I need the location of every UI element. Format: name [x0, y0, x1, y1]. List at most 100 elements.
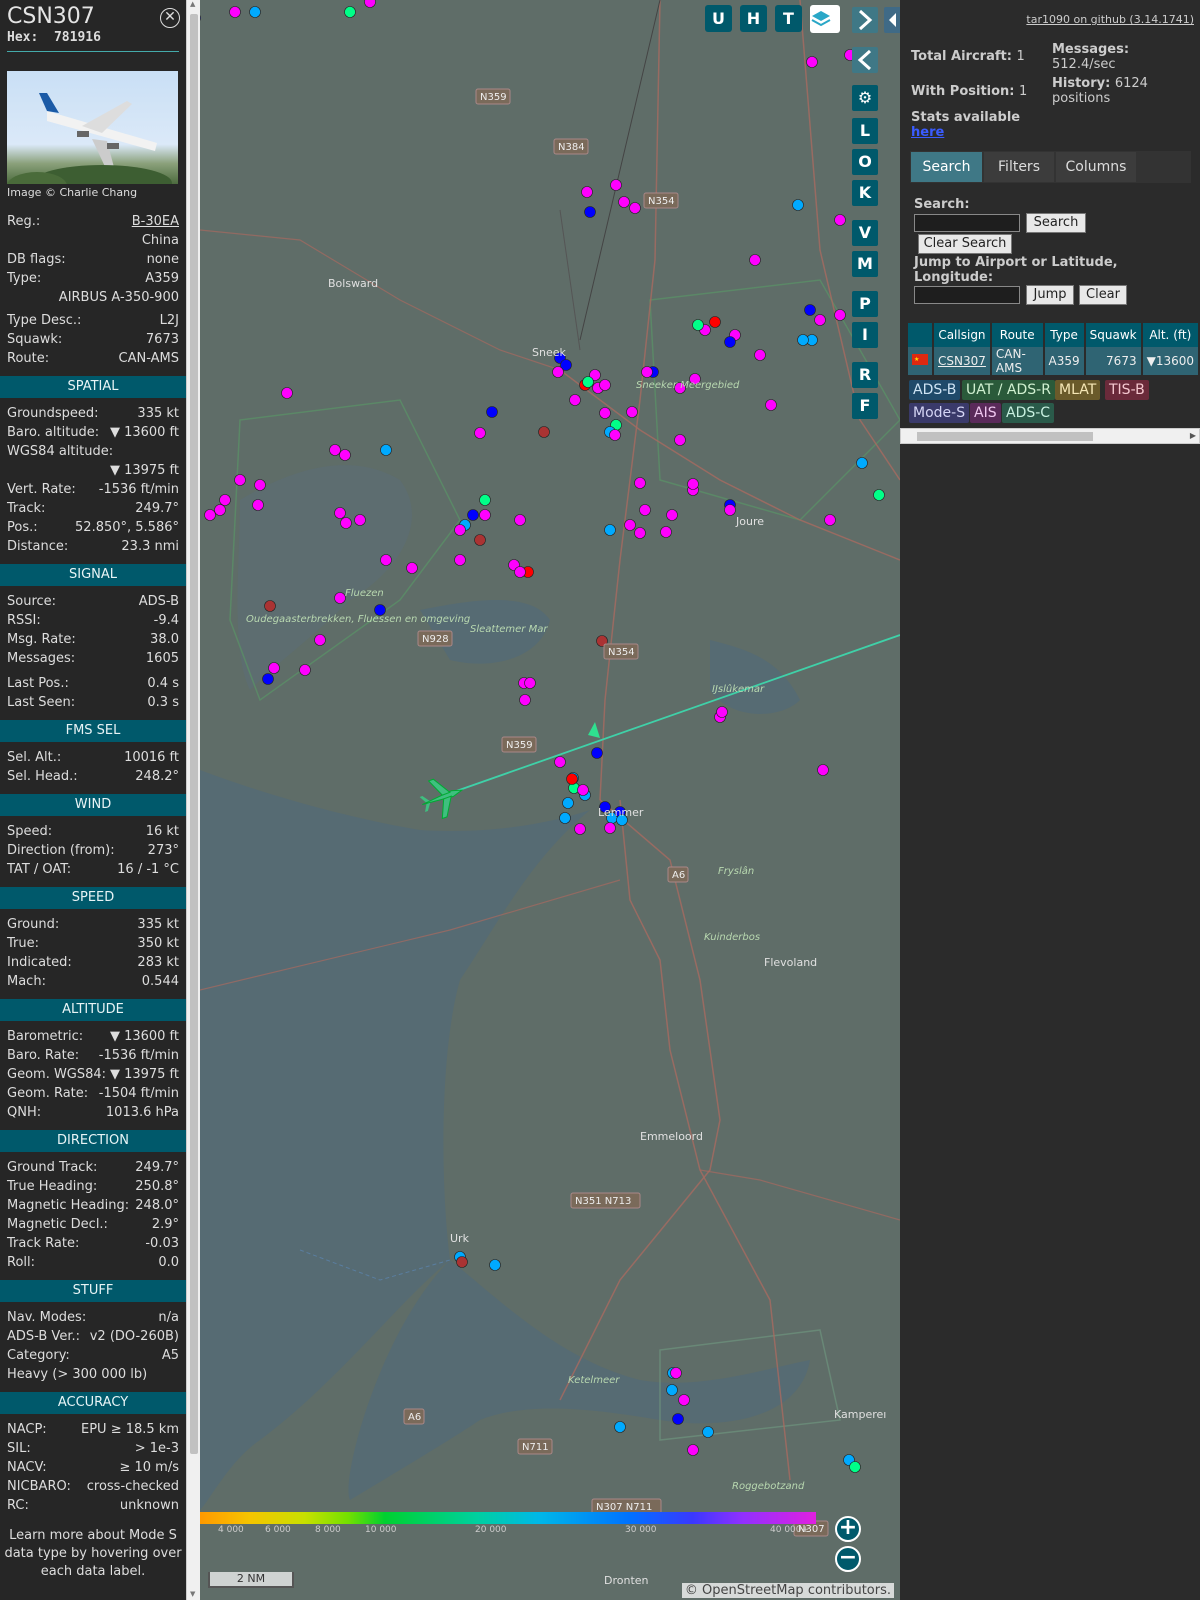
detail-key[interactable]: NACV: — [7, 1458, 47, 1477]
aircraft-marker[interactable] — [569, 394, 581, 406]
detail-key[interactable]: Nav. Modes: — [7, 1308, 86, 1327]
button-f[interactable]: F — [852, 393, 878, 419]
aircraft-marker[interactable] — [670, 1367, 682, 1379]
scroll-thumb[interactable] — [190, 14, 198, 1454]
detail-key[interactable]: Distance: — [7, 537, 68, 556]
aircraft-marker[interactable] — [634, 527, 646, 539]
map-view[interactable]: Bolsward Sneek Sneeker Meergebied Joure Oude… — [200, 0, 900, 1600]
aircraft-marker[interactable] — [204, 509, 216, 521]
aircraft-marker[interactable] — [666, 509, 678, 521]
detail-key[interactable]: Squawk: — [7, 330, 62, 349]
aircraft-marker[interactable] — [214, 504, 226, 516]
minus-icon[interactable]: − — [835, 1546, 861, 1572]
aircraft-marker[interactable] — [454, 524, 466, 536]
detail-key[interactable]: Route: — [7, 349, 49, 368]
github-link[interactable]: tar1090 on github (3.14.1741) — [1026, 13, 1194, 26]
aircraft-marker[interactable] — [566, 773, 578, 785]
detail-key[interactable]: Geom. Rate: — [7, 1084, 88, 1103]
detail-key[interactable]: NICBARO: — [7, 1477, 71, 1496]
stats-link[interactable]: here — [911, 125, 944, 140]
aircraft-marker[interactable] — [687, 478, 699, 490]
detail-value[interactable]: B-30EA — [132, 212, 179, 231]
aircraft-marker[interactable] — [380, 554, 392, 566]
detail-key[interactable]: Last Pos.: — [7, 674, 69, 693]
detail-key[interactable]: Baro. Rate: — [7, 1046, 79, 1065]
detail-key[interactable]: Baro. altitude: — [7, 423, 99, 442]
tab-filters[interactable]: Filters — [984, 152, 1054, 182]
aircraft-marker[interactable] — [406, 562, 418, 574]
tab-columns[interactable]: Columns — [1056, 152, 1136, 182]
detail-key[interactable]: Magnetic Decl.: — [7, 1215, 108, 1234]
button-u[interactable]: U — [705, 5, 732, 32]
clear-button[interactable]: Clear — [1079, 285, 1127, 305]
detail-key[interactable]: Roll: — [7, 1253, 35, 1272]
map-canvas[interactable]: Bolsward Sneek Sneeker Meergebied Joure Oude… — [200, 0, 900, 1600]
aircraft-marker[interactable] — [678, 1394, 690, 1406]
detail-key[interactable]: Msg. Rate: — [7, 630, 76, 649]
aircraft-marker[interactable] — [873, 489, 885, 501]
table-hscrollbar[interactable]: ▶ — [900, 428, 1200, 444]
detail-scrollbar[interactable]: ▲ ▼ — [186, 0, 200, 1600]
source-badge-ads-c[interactable]: ADS-C — [1002, 403, 1055, 423]
aircraft-marker[interactable] — [474, 427, 486, 439]
chevron-left-icon[interactable] — [852, 47, 878, 73]
aircraft-marker[interactable] — [856, 457, 868, 469]
aircraft-marker[interactable] — [479, 494, 491, 506]
aircraft-marker[interactable] — [629, 202, 641, 214]
aircraft-marker[interactable] — [519, 694, 531, 706]
aircraft-marker[interactable] — [229, 6, 241, 18]
detail-key[interactable]: Sel. Head.: — [7, 767, 78, 786]
source-badge-mode-s[interactable]: Mode-S — [909, 403, 970, 423]
detail-key[interactable]: Heavy (> 300 000 lb) — [7, 1365, 147, 1384]
aircraft-marker[interactable] — [456, 1256, 468, 1268]
detail-key[interactable]: Speed: — [7, 822, 52, 841]
detail-key[interactable]: Barometric: — [7, 1027, 83, 1046]
aircraft-marker[interactable] — [666, 1384, 678, 1396]
cell-callsign[interactable]: CSN307 — [933, 347, 992, 375]
detail-key[interactable]: Messages: — [7, 649, 75, 668]
aircraft-marker[interactable] — [314, 634, 326, 646]
search-button[interactable]: Search — [1026, 213, 1086, 233]
aircraft-marker[interactable] — [604, 822, 616, 834]
button-k[interactable]: K — [852, 180, 878, 206]
button-t[interactable]: T — [775, 5, 802, 32]
aircraft-marker[interactable] — [234, 474, 246, 486]
aircraft-marker[interactable] — [252, 499, 264, 511]
aircraft-marker[interactable] — [599, 407, 611, 419]
aircraft-marker[interactable] — [486, 406, 498, 418]
detail-key[interactable]: Mach: — [7, 972, 46, 991]
aircraft-marker[interactable] — [624, 519, 636, 531]
layers-icon[interactable] — [810, 5, 840, 33]
jump-input[interactable] — [914, 286, 1020, 304]
aircraft-marker[interactable] — [709, 316, 721, 328]
aircraft-marker[interactable] — [514, 566, 526, 578]
aircraft-marker[interactable] — [792, 199, 804, 211]
aircraft-marker[interactable] — [354, 514, 366, 526]
aircraft-marker[interactable] — [806, 56, 818, 68]
aircraft-marker[interactable] — [614, 1421, 626, 1433]
aircraft-marker[interactable] — [281, 387, 293, 399]
table-row[interactable]: ★ CSN307 CAN-AMS A359 7673 ▼13600 — [908, 347, 1200, 375]
aircraft-marker[interactable] — [660, 526, 672, 538]
aircraft-marker[interactable] — [609, 429, 621, 441]
aircraft-marker[interactable] — [814, 314, 826, 326]
aircraft-marker[interactable] — [562, 797, 574, 809]
detail-key[interactable]: Magnetic Heading: — [7, 1196, 129, 1215]
close-icon[interactable]: ✕ — [160, 8, 180, 28]
aircraft-marker[interactable] — [479, 509, 491, 521]
aircraft-marker[interactable] — [344, 6, 356, 18]
aircraft-marker[interactable] — [626, 406, 638, 418]
aircraft-marker[interactable] — [582, 376, 594, 388]
detail-key[interactable]: True Heading: — [7, 1177, 97, 1196]
detail-key[interactable]: Track: — [7, 499, 45, 518]
detail-key[interactable]: True: — [7, 934, 39, 953]
aircraft-marker[interactable] — [618, 196, 630, 208]
aircraft-marker[interactable] — [264, 600, 276, 612]
aircraft-marker[interactable] — [299, 664, 311, 676]
column-header-callsign[interactable]: Callsign — [933, 323, 992, 347]
aircraft-marker[interactable] — [249, 6, 261, 18]
aircraft-marker[interactable] — [268, 662, 280, 674]
detail-key[interactable]: Type: — [7, 269, 41, 288]
column-header-value[interactable] — [908, 323, 934, 347]
aircraft-marker[interactable] — [672, 1413, 684, 1425]
